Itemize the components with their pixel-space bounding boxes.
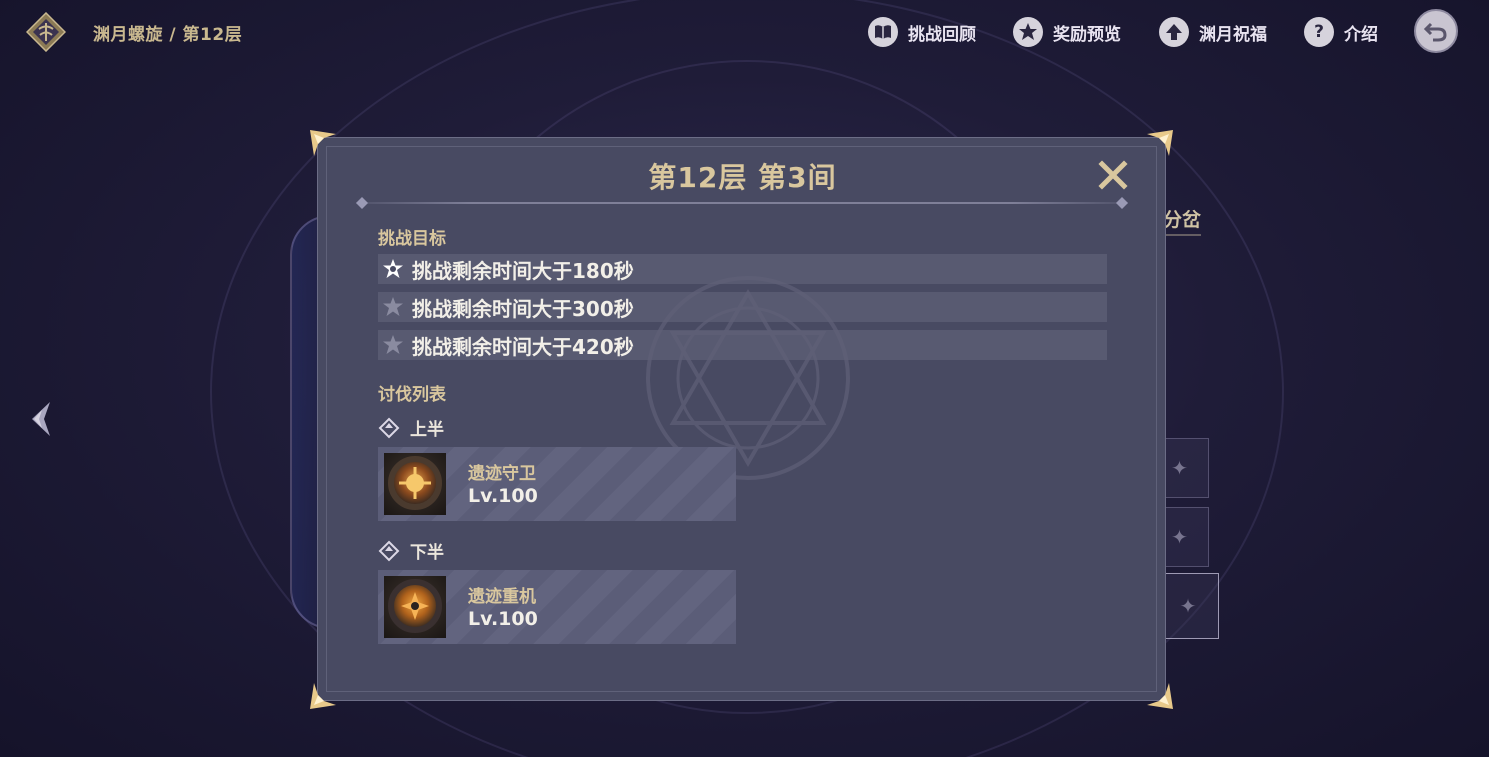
divider-ornament-icon [1116,197,1128,209]
goal-text: 挑战剩余时间大于420秒 [412,334,634,359]
half-label-text: 下半 [410,543,444,563]
up-arrow-icon [1159,17,1189,47]
goal-row: 挑战剩余时间大于300秒 [378,292,1107,322]
ruin-grader-icon [388,579,442,633]
nav-label: 介绍 [1344,24,1378,45]
enemy-name: 遗迹重机 [468,587,536,607]
nav-label: 渊月祝福 [1199,24,1267,45]
back-button[interactable] [1414,9,1458,53]
goal-text: 挑战剩余时间大于300秒 [412,296,634,321]
diamond-icon [378,417,400,438]
enemy-portrait [384,576,446,638]
corner-ornament-icon [310,130,336,156]
nav-label: 奖励预览 [1053,24,1121,45]
nav-abyss-blessing[interactable]: 渊月祝福 [1159,16,1267,48]
background-star-slot: ✦ [1157,573,1219,639]
back-arrow-icon [1423,22,1447,42]
goal-text: 挑战剩余时间大于180秒 [412,258,634,283]
corner-ornament-icon [310,683,336,709]
half-label-text: 上半 [410,420,444,440]
nav-reward-preview[interactable]: 奖励预览 [1013,16,1121,48]
enemy-name: 遗迹守卫 [468,464,536,484]
enemy-level: Lv.100 [468,485,538,507]
diamond-icon [378,540,400,561]
question-icon: ? [1304,17,1334,47]
enemies-heading: 讨伐列表 [378,385,446,405]
nav-label: 挑战回顾 [908,24,976,45]
modal-title: 第12层 第3间 [648,161,837,194]
abyss-logo-icon [26,12,66,52]
chamber-detail-modal: 第12层 第3间 挑战目标 挑战剩余时间大于180秒 挑战剩余时间大于300秒 … [317,137,1166,701]
star-unachieved-icon [383,297,403,316]
top-bar: 渊月螺旋 / 第12层 挑战回顾 奖励预览 渊月祝福 ? 介绍 [0,0,1489,64]
enemy-card[interactable]: 遗迹守卫 Lv.100 [378,447,736,521]
previous-chamber-arrow-icon[interactable] [28,400,58,438]
enemy-level: Lv.100 [468,608,538,630]
star-icon [1013,17,1043,47]
background-side-label: 分岔 [1163,205,1202,236]
second-half-label: 下半 [378,538,444,563]
divider-ornament-icon [356,197,368,209]
goal-row: 挑战剩余时间大于180秒 [378,254,1107,284]
star-unachieved-icon [383,335,403,354]
ruin-guard-icon [388,456,442,510]
title-divider [356,202,1128,204]
goals-heading: 挑战目标 [378,229,446,249]
book-icon [868,17,898,47]
star-achieved-icon [383,259,403,278]
goal-row: 挑战剩余时间大于420秒 [378,330,1107,360]
nav-challenge-review[interactable]: 挑战回顾 [868,16,976,48]
enemy-portrait [384,453,446,515]
close-icon[interactable] [1098,160,1128,190]
enemy-card[interactable]: 遗迹重机 Lv.100 [378,570,736,644]
corner-ornament-icon [1147,683,1173,709]
breadcrumb: 渊月螺旋 / 第12层 [93,25,243,45]
first-half-label: 上半 [378,415,444,440]
corner-ornament-icon [1147,130,1173,156]
nav-introduction[interactable]: ? 介绍 [1304,16,1378,48]
